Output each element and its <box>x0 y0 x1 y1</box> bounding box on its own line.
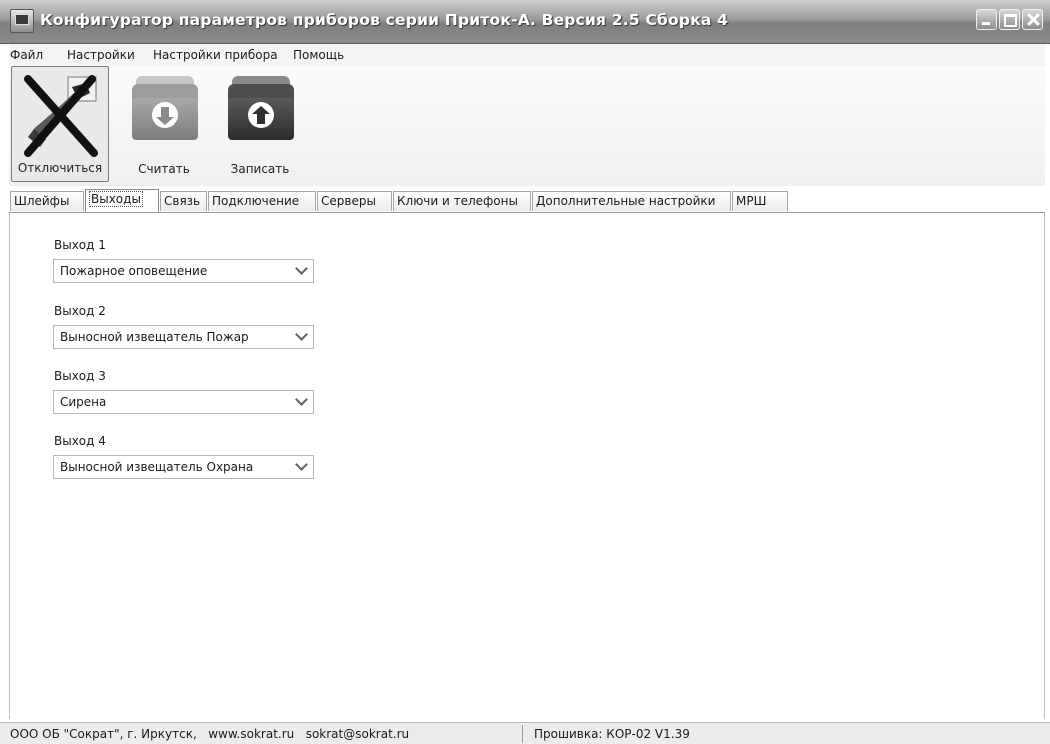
chevron-down-icon[interactable] <box>293 458 311 476</box>
write-folder-icon <box>228 76 294 140</box>
tab-communication-label: Связь <box>164 194 201 208</box>
tab-mrsh[interactable]: МРШ <box>732 191 788 211</box>
tab-connection-label: Подключение <box>212 194 300 208</box>
write-button[interactable]: Записать <box>217 66 303 182</box>
output-1-value: Пожарное оповещение <box>60 264 208 278</box>
tab-connection[interactable]: Подключение <box>208 191 316 211</box>
output-3-select[interactable]: Сирена <box>53 390 314 414</box>
chevron-down-icon[interactable] <box>293 393 311 411</box>
tab-communication[interactable]: Связь <box>160 191 207 211</box>
tab-strip: Шлейфы Выходы Связь Подключение Серверы … <box>9 189 1045 213</box>
tab-loops[interactable]: Шлейфы <box>10 191 84 211</box>
write-label: Записать <box>230 162 290 176</box>
menu-item-settings[interactable]: Настройки <box>67 48 135 62</box>
window-title: Конфигуратор параметров приборов серии П… <box>40 11 729 29</box>
menu-item-help[interactable]: Помощь <box>293 48 344 62</box>
close-button[interactable] <box>1022 9 1043 30</box>
chevron-down-icon[interactable] <box>293 262 311 280</box>
output-4-select[interactable]: Выносной извещатель Охрана <box>53 455 314 479</box>
output-4-value: Выносной извещатель Охрана <box>60 460 254 474</box>
app-icon <box>10 9 34 33</box>
output-1-select[interactable]: Пожарное оповещение <box>53 259 314 283</box>
disconnect-icon <box>24 75 98 157</box>
chevron-down-icon[interactable] <box>293 328 311 346</box>
status-company: ООО ОБ "Сократ", г. Иркутск, www.sokrat.… <box>10 727 410 741</box>
tab-loops-label: Шлейфы <box>14 194 70 208</box>
status-separator <box>522 725 523 743</box>
maximize-button[interactable] <box>999 9 1020 30</box>
tab-outputs-label: Выходы <box>89 191 143 207</box>
tab-mrsh-label: МРШ <box>736 194 767 208</box>
menu-item-device-settings[interactable]: Настройки прибора <box>153 48 278 62</box>
status-bar: ООО ОБ "Сократ", г. Иркутск, www.sokrat.… <box>0 722 1050 744</box>
output-2-select[interactable]: Выносной извещатель Пожар <box>53 325 314 349</box>
tab-additional-settings[interactable]: Дополнительные настройки <box>532 191 731 211</box>
menu-bar: Файл Настройки Настройки прибора Помощь <box>9 44 1045 66</box>
menu-item-file[interactable]: Файл <box>10 48 43 62</box>
tab-keys-phones-label: Ключи и телефоны <box>397 194 518 208</box>
read-button[interactable]: Считать <box>121 66 207 182</box>
app-window: Конфигуратор параметров приборов серии П… <box>0 0 1050 744</box>
status-firmware: Прошивка: КОР-02 V1.39 <box>534 727 690 741</box>
read-folder-icon <box>132 76 198 140</box>
output-4-label: Выход 4 <box>54 434 106 448</box>
disconnect-button[interactable]: Отключиться <box>11 66 109 182</box>
tab-servers-label: Серверы <box>321 194 376 208</box>
toolbar: Отключиться Считать Записать <box>9 66 1045 186</box>
title-bar[interactable]: Конфигуратор параметров приборов серии П… <box>0 0 1050 44</box>
tab-servers[interactable]: Серверы <box>317 191 392 211</box>
output-1-label: Выход 1 <box>54 238 106 252</box>
output-3-label: Выход 3 <box>54 369 106 383</box>
tab-additional-settings-label: Дополнительные настройки <box>536 194 716 208</box>
tab-outputs[interactable]: Выходы <box>85 189 159 212</box>
read-label: Считать <box>138 162 190 176</box>
tab-keys-phones[interactable]: Ключи и телефоны <box>393 191 531 211</box>
minimize-button[interactable] <box>976 9 997 30</box>
output-3-value: Сирена <box>60 395 107 409</box>
output-2-label: Выход 2 <box>54 304 106 318</box>
disconnect-label: Отключиться <box>17 161 103 175</box>
output-2-value: Выносной извещатель Пожар <box>60 330 249 344</box>
